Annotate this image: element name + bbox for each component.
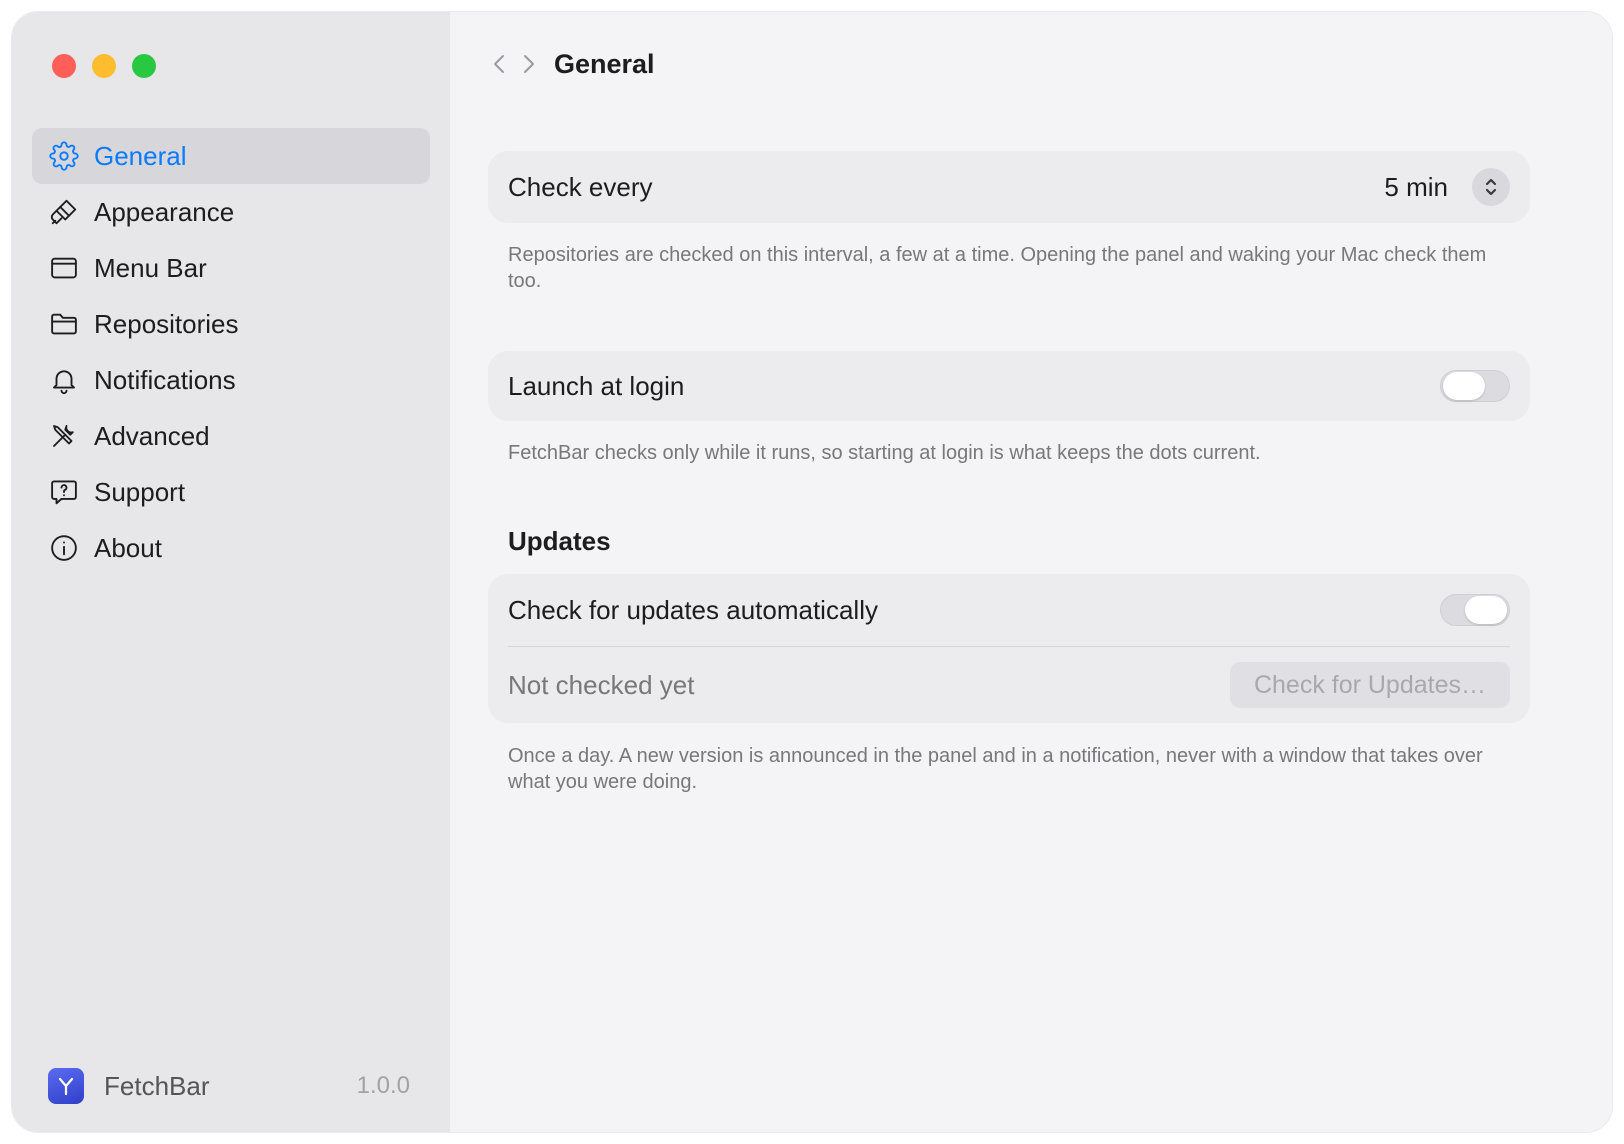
gear-icon	[48, 140, 80, 172]
chevron-right-icon	[524, 55, 534, 73]
sidebar-item-label: Appearance	[94, 196, 235, 227]
toolbar: General	[486, 46, 655, 82]
chevron-up-down-icon	[1485, 178, 1497, 196]
check-for-updates-button[interactable]: Check for Updates…	[1229, 662, 1510, 708]
check-interval-value[interactable]: 5 min	[1384, 172, 1448, 203]
launch-at-login-toggle[interactable]	[1440, 370, 1510, 402]
sidebar-item-label: Advanced	[94, 420, 210, 451]
update-status-text: Not checked yet	[508, 669, 695, 700]
sidebar-item-label: Menu Bar	[94, 252, 207, 283]
check-interval-label: Check every	[508, 171, 653, 202]
app-logo-icon	[48, 1068, 84, 1104]
window-icon	[48, 252, 80, 284]
sidebar-item-label: General	[94, 140, 187, 171]
sidebar-item-label: Repositories	[94, 308, 239, 339]
zoom-window-button[interactable]	[132, 54, 156, 78]
app-footer: FetchBar 1.0.0	[48, 1068, 410, 1104]
back-button[interactable]	[486, 50, 514, 78]
app-version: 1.0.0	[356, 1072, 410, 1099]
page-title: General	[554, 48, 655, 79]
settings-window: General Appearance Menu Bar Repositories…	[12, 12, 1612, 1132]
tools-icon	[48, 420, 80, 452]
sidebar-item-notifications[interactable]: Notifications	[32, 352, 430, 408]
info-icon	[48, 532, 80, 564]
toggle-knob	[1443, 372, 1485, 400]
launch-at-login-label: Launch at login	[508, 370, 685, 401]
folder-icon	[48, 308, 80, 340]
help-bubble-icon	[48, 476, 80, 508]
forward-button[interactable]	[514, 50, 542, 78]
content-area: General Check every 5 min Repositories a…	[450, 12, 1612, 1132]
toggle-knob	[1465, 596, 1507, 624]
bell-icon	[48, 364, 80, 396]
sidebar-item-label: Notifications	[94, 364, 236, 395]
sidebar-nav: General Appearance Menu Bar Repositories…	[32, 128, 430, 576]
close-window-button[interactable]	[52, 54, 76, 78]
auto-update-toggle[interactable]	[1440, 594, 1510, 626]
sidebar-item-advanced[interactable]: Advanced	[32, 408, 430, 464]
minimize-window-button[interactable]	[92, 54, 116, 78]
check-interval-stepper[interactable]	[1472, 168, 1510, 206]
window-controls	[52, 54, 156, 78]
sidebar-item-general[interactable]: General	[32, 128, 430, 184]
updates-note: Once a day. A new version is announced i…	[508, 745, 1483, 793]
sidebar-item-about[interactable]: About	[32, 520, 430, 576]
paintbrush-icon	[48, 196, 80, 228]
auto-update-label: Check for updates automatically	[508, 594, 878, 625]
sidebar-item-support[interactable]: Support	[32, 464, 430, 520]
sidebar-item-repositories[interactable]: Repositories	[32, 296, 430, 352]
launch-at-login-card: Launch at login	[488, 351, 1530, 421]
updates-card: Check for updates automatically Not chec…	[488, 574, 1530, 723]
launch-at-login-note: FetchBar checks only while it runs, so s…	[508, 442, 1261, 464]
chevron-left-icon	[494, 55, 504, 73]
updates-section-title: Updates	[508, 526, 611, 556]
check-interval-note: Repositories are checked on this interva…	[508, 244, 1487, 292]
sidebar-item-appearance[interactable]: Appearance	[32, 184, 430, 240]
check-interval-card: Check every 5 min	[488, 151, 1530, 223]
sidebar-item-menu-bar[interactable]: Menu Bar	[32, 240, 430, 296]
sidebar: General Appearance Menu Bar Repositories…	[12, 12, 450, 1132]
sidebar-item-label: Support	[94, 476, 186, 507]
sidebar-item-label: About	[94, 532, 162, 563]
app-name: FetchBar	[104, 1070, 210, 1101]
